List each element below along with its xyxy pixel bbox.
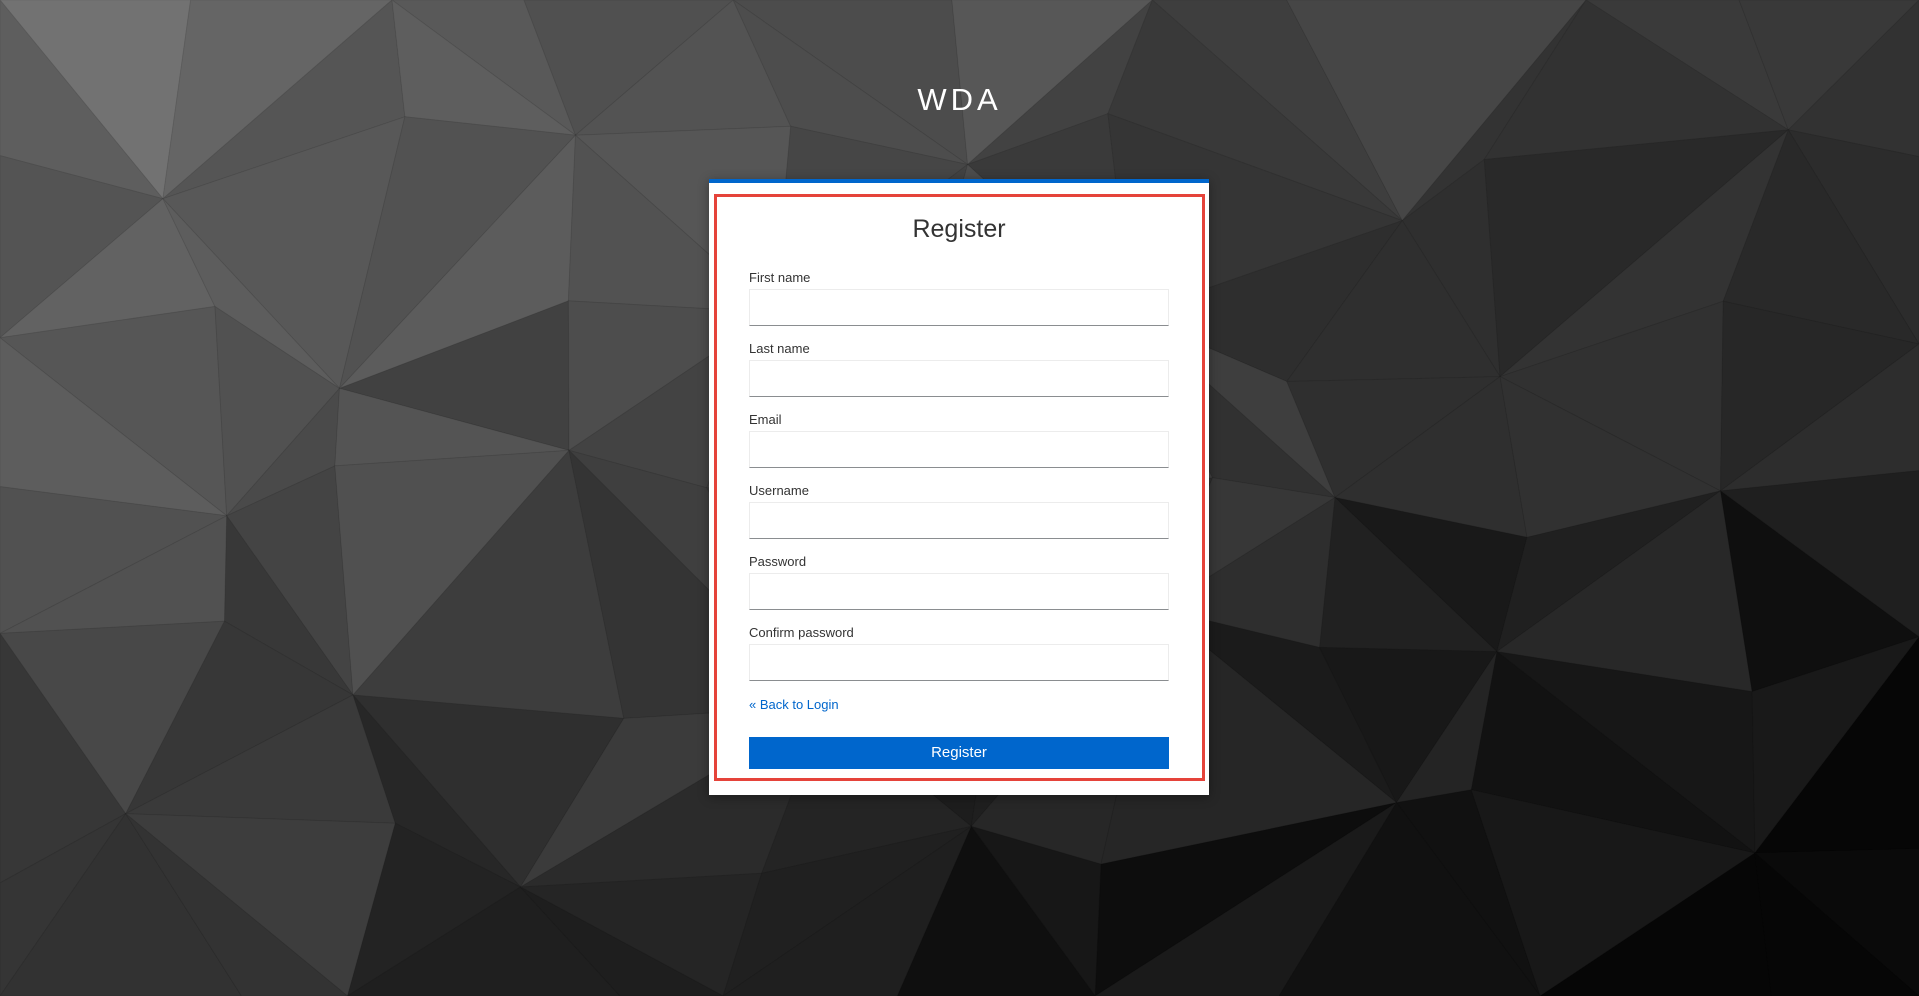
username-input[interactable]: [749, 502, 1169, 539]
register-button[interactable]: Register: [749, 737, 1169, 769]
email-label: Email: [749, 412, 782, 427]
confirm-password-field: Confirm password: [749, 625, 1169, 681]
confirm-password-label: Confirm password: [749, 625, 854, 640]
confirm-password-input[interactable]: [749, 644, 1169, 681]
last-name-input[interactable]: [749, 360, 1169, 397]
realm-title: WDA: [917, 82, 1002, 117]
form-title: Register: [912, 215, 1006, 243]
email-input[interactable]: [749, 431, 1169, 468]
username-label: Username: [749, 483, 809, 498]
first-name-field: First name: [749, 270, 1169, 326]
password-label: Password: [749, 554, 807, 569]
register-card: Register First name Last name Email User…: [709, 179, 1209, 795]
first-name-input[interactable]: [749, 289, 1169, 326]
password-field: Password: [749, 554, 1169, 610]
username-field: Username: [749, 483, 1169, 539]
password-input[interactable]: [749, 573, 1169, 610]
email-field: Email: [749, 412, 1169, 468]
first-name-label: First name: [749, 270, 811, 285]
last-name-label: Last name: [749, 341, 810, 356]
last-name-field: Last name: [749, 341, 1169, 397]
back-to-login-link[interactable]: « Back to Login: [749, 697, 839, 713]
